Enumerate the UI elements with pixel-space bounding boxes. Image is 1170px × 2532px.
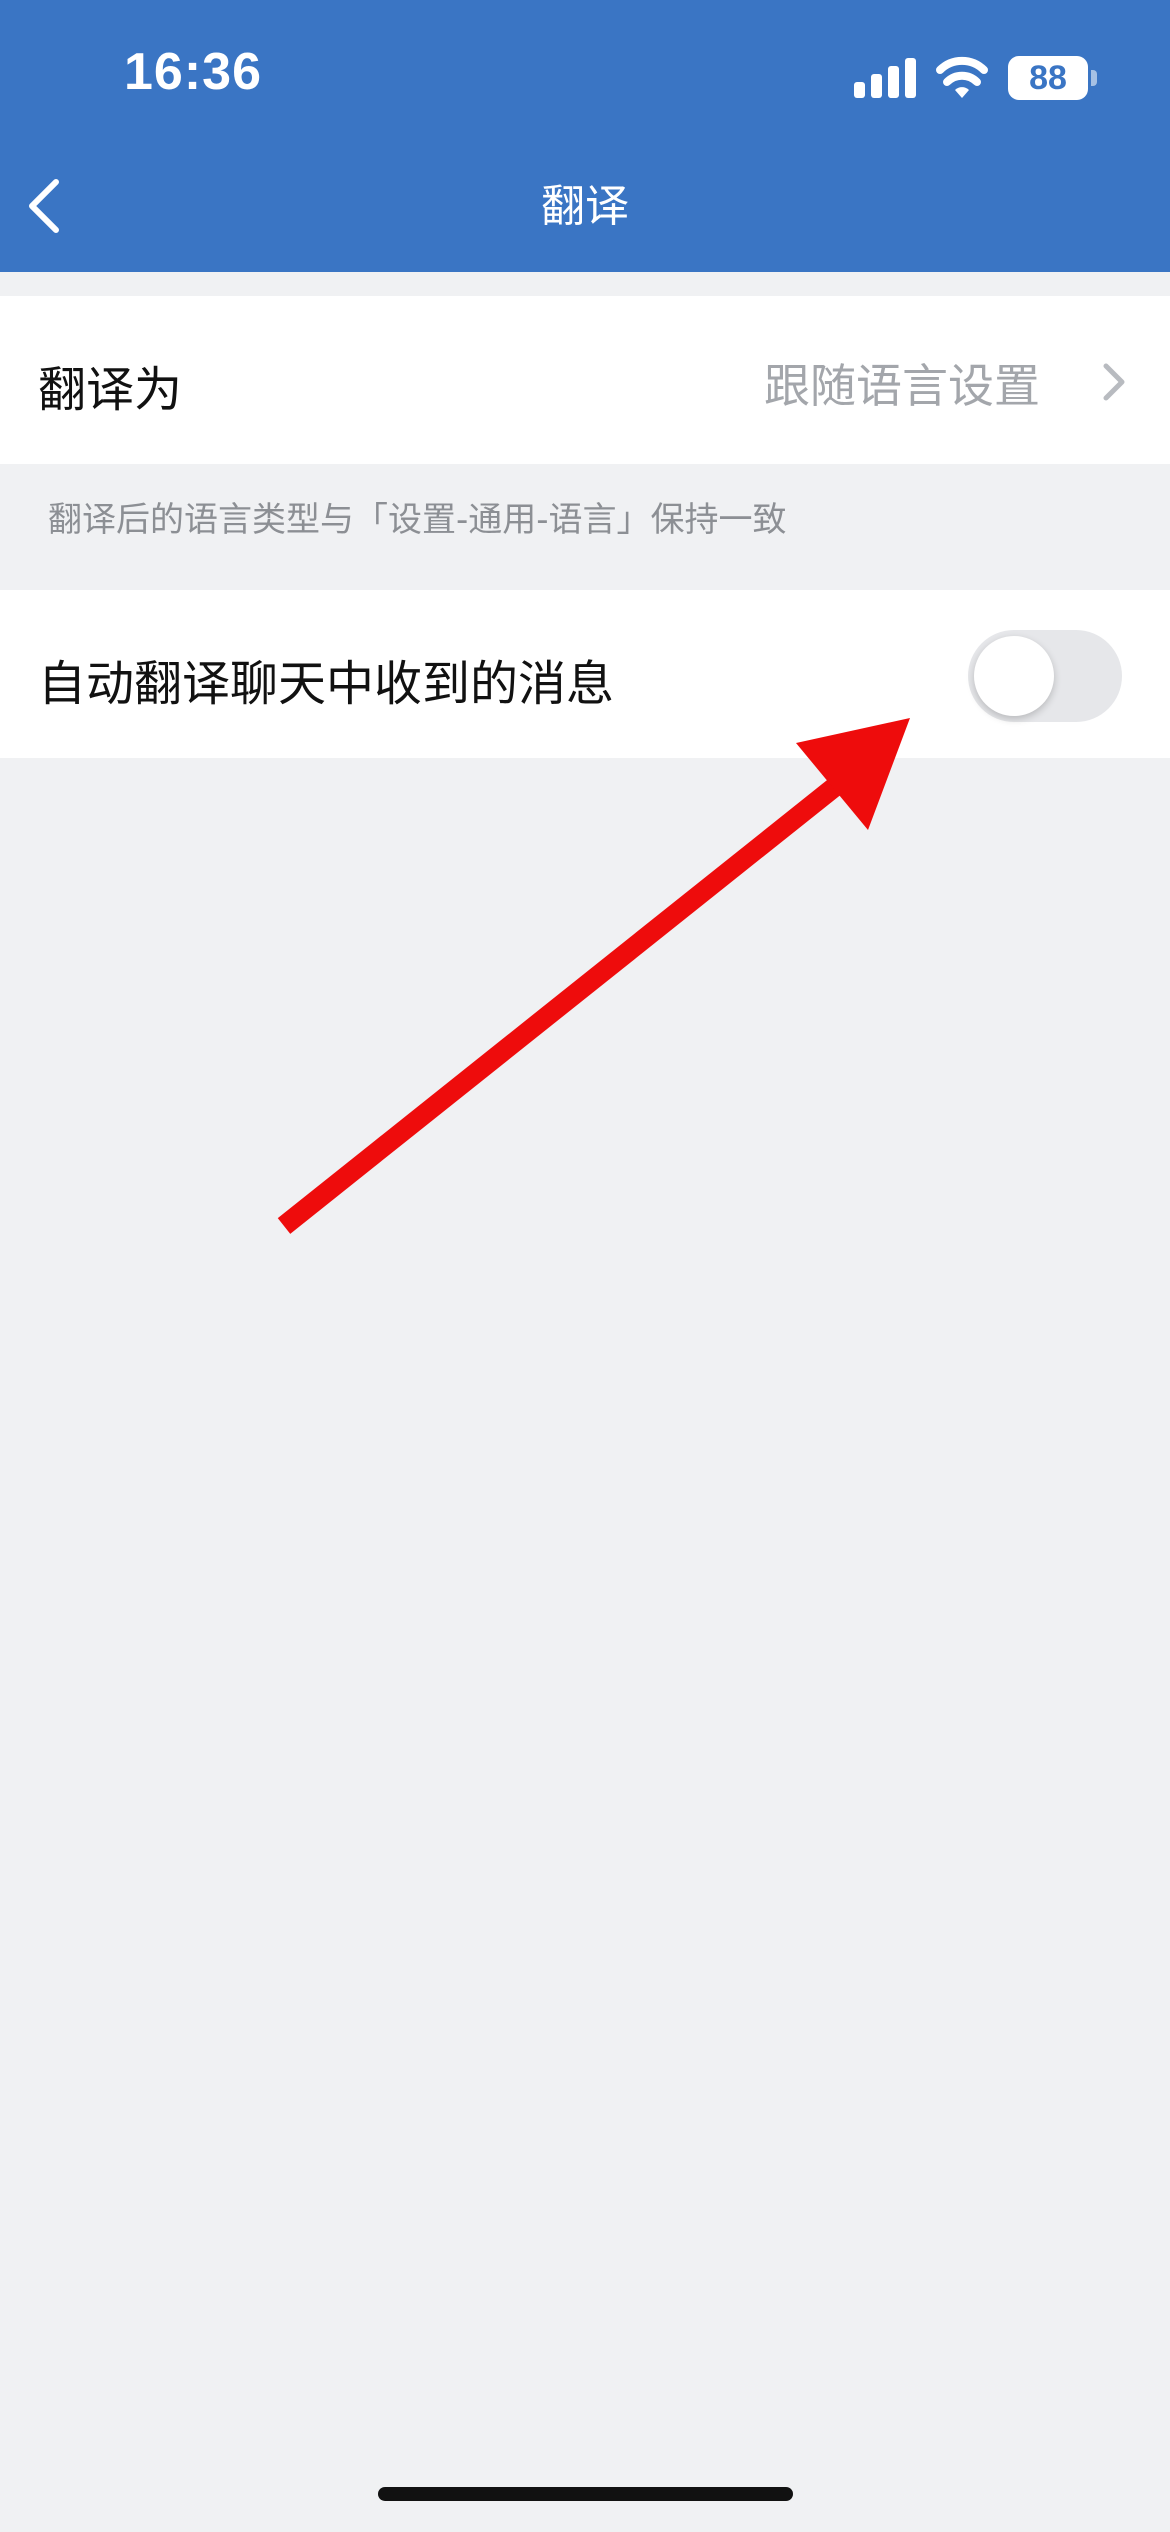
chevron-right-icon [1103,363,1125,401]
toggle-knob [974,636,1054,716]
translate-to-value: 跟随语言设置 [764,359,1040,413]
page-title: 翻译 [541,181,629,232]
navigation-header: 16:36 88 翻译 [0,0,1170,272]
home-indicator[interactable] [378,2487,793,2501]
status-time: 16:36 [124,43,262,101]
wifi-icon [936,56,988,98]
battery-icon: 88 [1008,56,1088,100]
language-hint: 翻译后的语言类型与「设置-通用-语言」保持一致 [48,500,787,540]
translate-to-label: 翻译为 [38,362,183,418]
auto-translate-toggle[interactable] [968,630,1122,722]
auto-translate-label: 自动翻译聊天中收到的消息 [38,656,615,712]
translate-to-row[interactable]: 翻译为 跟随语言设置 [0,296,1170,464]
auto-translate-row: 自动翻译聊天中收到的消息 [0,590,1170,758]
signal-icon [854,56,916,98]
battery-cap [1091,70,1097,86]
